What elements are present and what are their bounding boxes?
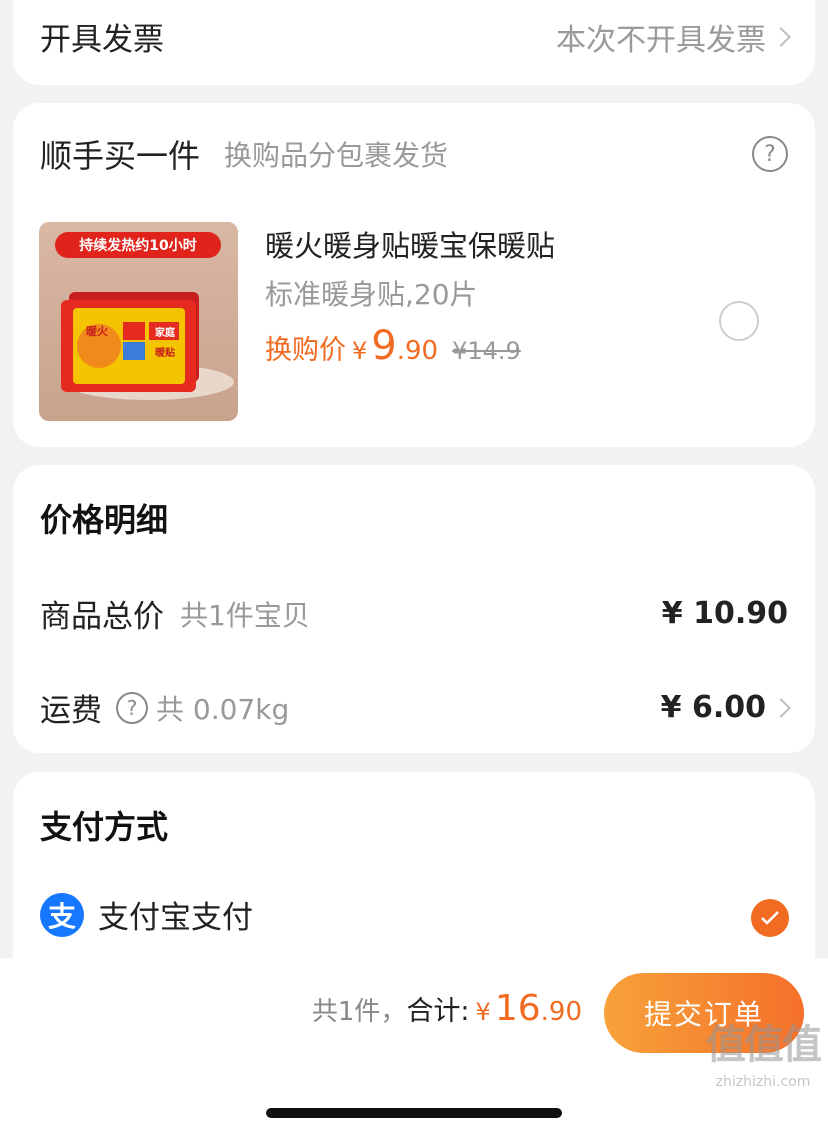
image-banner: 持续发热约10小时 bbox=[55, 232, 221, 258]
invoice-label: 开具发票 bbox=[40, 22, 164, 58]
chevron-right-icon bbox=[771, 26, 791, 47]
shipping-help-icon[interactable]: ? bbox=[116, 691, 148, 724]
product-name: 暖火暖身贴暖宝保暖贴 bbox=[265, 229, 556, 263]
goods-total-row: 商品总价 共1件宝贝 ¥ 10.90 bbox=[40, 591, 788, 636]
goods-count-note: 共1件宝贝 bbox=[180, 598, 310, 632]
shipping-weight-note: 共 0.07kg bbox=[156, 692, 290, 726]
price-detail-title: 价格明细 bbox=[40, 501, 169, 539]
goods-total-amount: ¥ 10.90 bbox=[661, 596, 788, 631]
total-currency: ¥ bbox=[475, 998, 491, 1026]
price-detail-card: 价格明细 商品总价 共1件宝贝 ¥ 10.90 运费 ? 共 0.07kg ¥ … bbox=[13, 465, 815, 753]
addon-card: 顺手买一件 换购品分包裹发货 ? 持续发热约10小时 暖火 家庭 暖贴 暖火暖身… bbox=[13, 103, 815, 447]
shipping-label: 运费 bbox=[40, 693, 102, 729]
original-price: ¥14.9 bbox=[452, 337, 521, 365]
total-integer: 16 bbox=[494, 988, 541, 1029]
product-info[interactable]: 暖火暖身贴暖宝保暖贴 标准暖身贴,20片 换购价 ¥ 9 .90 ¥14.9 bbox=[265, 223, 555, 369]
invoice-card[interactable]: 开具发票 本次不开具发票 bbox=[13, 0, 815, 85]
price-label: 换购价 bbox=[265, 335, 346, 366]
payment-title: 支付方式 bbox=[40, 808, 169, 846]
help-icon[interactable]: ? bbox=[752, 136, 788, 172]
chevron-right-icon bbox=[771, 697, 791, 718]
item-count: 共1件， bbox=[311, 997, 407, 1027]
total-decimal: .90 bbox=[540, 997, 582, 1027]
shipping-amount-text: ¥ 6.00 bbox=[660, 690, 766, 725]
addon-select-radio[interactable] bbox=[719, 301, 759, 341]
price-decimal: .90 bbox=[396, 336, 439, 366]
addon-title: 顺手买一件 bbox=[40, 137, 201, 175]
image-label-2: 家庭 bbox=[155, 328, 175, 339]
order-total: 共1件， 合计: ¥ 16 .90 bbox=[312, 988, 582, 1029]
price-integer: 9 bbox=[371, 323, 397, 369]
home-indicator bbox=[266, 1108, 562, 1118]
checkout-bar: 共1件， 合计: ¥ 16 .90 提交订单 值值值 zhizhizhi.com bbox=[0, 958, 828, 1135]
shipping-row[interactable]: 运费 ? 共 0.07kg ¥ 6.00 bbox=[40, 685, 791, 730]
watermark-logo: 值值值 bbox=[706, 1022, 822, 1068]
shipping-amount: ¥ 6.00 bbox=[660, 690, 791, 725]
product-price: 换购价 ¥ 9 .90 ¥14.9 bbox=[265, 323, 555, 369]
addon-subtitle: 换购品分包裹发货 bbox=[224, 139, 449, 172]
product-spec: 标准暖身贴,20片 bbox=[265, 278, 478, 311]
payment-method-label: 支付宝支付 bbox=[98, 900, 253, 936]
product-image[interactable]: 持续发热约10小时 暖火 家庭 暖贴 bbox=[39, 222, 238, 421]
invoice-value[interactable]: 本次不开具发票 bbox=[556, 15, 791, 59]
price-currency: ¥ bbox=[352, 337, 368, 365]
total-label: 合计: bbox=[406, 996, 470, 1027]
invoice-value-text: 本次不开具发票 bbox=[556, 22, 766, 58]
watermark: 值值值 zhizhizhi.com bbox=[706, 1012, 822, 1090]
image-label-1: 暖火 bbox=[86, 325, 108, 338]
payment-method-alipay[interactable]: 支 支付宝支付 bbox=[40, 892, 788, 937]
payment-selected-check-icon[interactable] bbox=[751, 899, 789, 937]
alipay-icon: 支 bbox=[40, 892, 84, 937]
image-label-3: 暖贴 bbox=[155, 348, 175, 359]
goods-total-label: 商品总价 bbox=[40, 599, 164, 635]
watermark-text: zhizhizhi.com bbox=[715, 1074, 811, 1090]
